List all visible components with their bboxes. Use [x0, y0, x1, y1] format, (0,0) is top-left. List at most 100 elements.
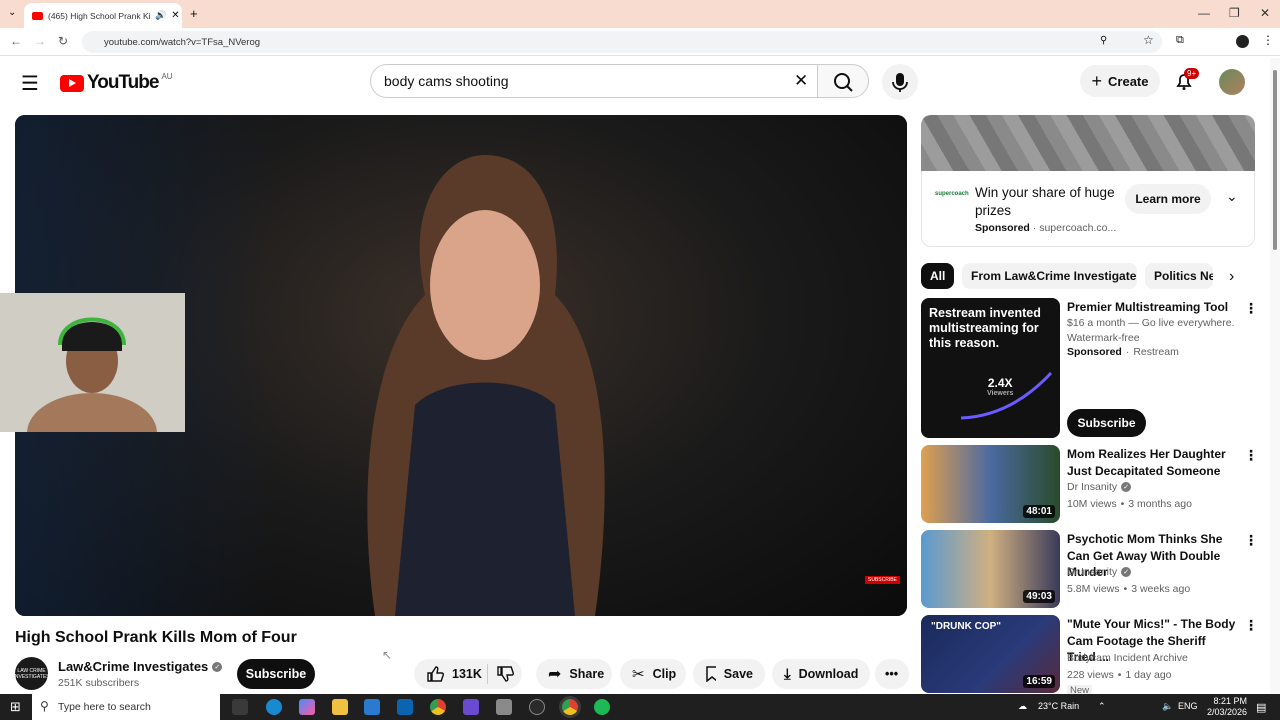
clear-search-icon[interactable]: ✕ [794, 71, 808, 91]
related-title[interactable]: Premier Multistreaming Tool [1067, 299, 1237, 316]
related-thumbnail[interactable]: "DRUNK COP" 16:59 [921, 615, 1060, 693]
sponsored-subscribe-button[interactable]: Subscribe [1067, 409, 1146, 437]
scrollbar-thumb[interactable] [1273, 70, 1277, 250]
learn-more-button[interactable]: Learn more [1125, 184, 1211, 214]
copilot-icon[interactable] [299, 699, 315, 715]
taskbar-search-input[interactable]: ⚲ Type here to search [32, 694, 220, 720]
more-vert-icon[interactable]: ⋮ [1244, 447, 1258, 464]
clip-button[interactable]: ✂ Clip [620, 659, 686, 689]
app-icon[interactable] [496, 699, 512, 715]
new-tab-button[interactable]: + [190, 6, 198, 21]
ad-domain: supercoach.co... [1039, 222, 1117, 234]
chip-label: From Law&Crime Investigates [971, 269, 1137, 283]
related-thumbnail[interactable]: 48:01 [921, 445, 1060, 523]
thumb-caption: Restream invented multistreaming for thi… [929, 306, 1041, 350]
volume-icon[interactable]: 🔈 [1162, 701, 1173, 712]
save-button[interactable]: Save [693, 659, 765, 689]
page-scrollbar[interactable] [1270, 58, 1280, 696]
chrome-icon[interactable] [430, 699, 446, 715]
chrome-active-icon[interactable] [562, 699, 578, 715]
profile-icon[interactable] [1236, 35, 1249, 48]
browser-tab[interactable]: (465) High School Prank Kills Mom of Fou… [24, 3, 182, 28]
related-description: $16 a month — Go live everywhere. Waterm… [1067, 317, 1235, 344]
subscribe-button[interactable]: Subscribe [237, 659, 315, 689]
account-avatar[interactable] [1219, 69, 1245, 95]
weather-icon[interactable]: ☁ [1018, 701, 1027, 712]
file-explorer-icon[interactable] [332, 699, 348, 715]
tray-chevron-icon[interactable]: ⌃ [1098, 701, 1106, 712]
notifications-button[interactable]: 9+ [1173, 68, 1200, 97]
notification-center-icon[interactable]: ▤ [1256, 701, 1266, 714]
app-icon[interactable] [463, 699, 479, 715]
video-duration: 48:01 [1023, 505, 1055, 518]
ad-title[interactable]: Win your share of huge prizes [975, 184, 1115, 220]
app-icon[interactable] [529, 699, 545, 715]
related-channel[interactable]: Dr Insanity ✓ [1067, 481, 1132, 493]
share-button[interactable]: ➦ Share [536, 659, 612, 689]
language-indicator[interactable]: ENG [1178, 701, 1198, 711]
ad-banner-image[interactable] [921, 115, 1255, 171]
more-vert-icon[interactable]: ⋮ [1244, 300, 1258, 317]
edge-icon[interactable] [266, 699, 282, 715]
related-thumbnail[interactable]: 49:03 [921, 530, 1060, 608]
more-vert-icon[interactable]: ⋮ [1244, 617, 1258, 634]
channel-avatar[interactable]: LAW CRIME INVESTIGATES [13, 657, 50, 690]
audio-icon[interactable]: 🔊 [155, 10, 166, 21]
like-button[interactable]: 131K [426, 665, 482, 683]
search-input[interactable]: body cams shooting ✕ [370, 64, 818, 98]
bookmark-star-icon[interactable]: ☆ [1143, 33, 1154, 47]
chevron-down-icon[interactable]: ⌄ [1226, 188, 1238, 205]
youtube-logo[interactable]: YouTube AU [60, 72, 173, 94]
chip-politics[interactable]: Politics Ne [1145, 263, 1213, 289]
chip-from-channel[interactable]: From Law&Crime Investigates [962, 263, 1137, 289]
subscribe-watermark[interactable]: SUBSCRIBE [865, 576, 900, 584]
youtube-favicon-icon [32, 11, 43, 20]
minimize-icon[interactable]: — [1198, 6, 1210, 20]
related-title[interactable]: Mom Realizes Her Daughter Just Decapitat… [1067, 446, 1237, 479]
search-button[interactable] [817, 64, 869, 98]
reload-icon[interactable]: ↻ [58, 34, 68, 48]
chip-all[interactable]: All [921, 263, 954, 289]
webcam-overlay [0, 293, 185, 473]
tab-close-icon[interactable]: ✕ [171, 10, 179, 21]
related-thumbnail[interactable]: Restream invented multistreaming for thi… [921, 298, 1060, 438]
notification-badge: 9+ [1184, 68, 1200, 79]
more-actions-button[interactable]: ••• [875, 659, 909, 689]
hamburger-menu-icon[interactable]: ☰ [21, 71, 39, 96]
more-horizontal-icon: ••• [885, 667, 899, 681]
save-label: Save [723, 667, 753, 681]
store-icon[interactable] [364, 699, 380, 715]
task-view-icon[interactable] [232, 699, 248, 715]
clock[interactable]: 8:21 PM 2/03/2026 [1207, 696, 1247, 718]
chevron-right-icon[interactable]: › [1229, 268, 1234, 286]
forward-icon[interactable]: → [34, 34, 46, 48]
create-button[interactable]: + Create [1080, 65, 1160, 97]
windows-start-icon[interactable]: ⊞ [10, 699, 21, 715]
meta-dot: • [1120, 498, 1125, 510]
voice-search-button[interactable] [882, 64, 918, 100]
browser-menu-icon[interactable]: ⋮ [1262, 33, 1274, 47]
channel-avatar-text: LAW CRIME INVESTIGATES [13, 667, 50, 680]
channel-name[interactable]: Law&Crime Investigates ✓ [58, 659, 223, 674]
spotify-icon[interactable] [594, 699, 610, 715]
zoom-icon[interactable]: ⚲ [1100, 35, 1107, 46]
restore-icon[interactable]: ❐ [1229, 6, 1240, 20]
thumb-stat-value: 2.4X [987, 376, 1013, 390]
weather-text[interactable]: 23°C Rain [1038, 701, 1079, 711]
search-value: body cams shooting [384, 73, 509, 89]
related-sponsor-line: Sponsored · Restream [1067, 346, 1179, 358]
extensions-icon[interactable]: ⧉ [1176, 34, 1184, 47]
outlook-icon[interactable] [397, 699, 413, 715]
tab-list-icon[interactable]: ⌄ [8, 7, 16, 18]
like-count: 131K [452, 667, 482, 681]
related-channel[interactable]: Dr Insanity ✓ [1067, 566, 1132, 578]
url-field[interactable]: youtube.com/watch?v=TFsa_NVerog [82, 31, 1162, 53]
related-channel[interactable]: Bodycam Incident Archive [1067, 652, 1188, 664]
close-window-icon[interactable]: ✕ [1260, 6, 1270, 20]
share-icon: ➦ [548, 666, 562, 683]
download-button[interactable]: ⤓ Download [772, 659, 870, 689]
more-vert-icon[interactable]: ⋮ [1244, 532, 1258, 549]
mouse-cursor-icon: ↖ [382, 648, 393, 662]
back-icon[interactable]: ← [10, 34, 22, 48]
dislike-button[interactable] [496, 665, 514, 688]
